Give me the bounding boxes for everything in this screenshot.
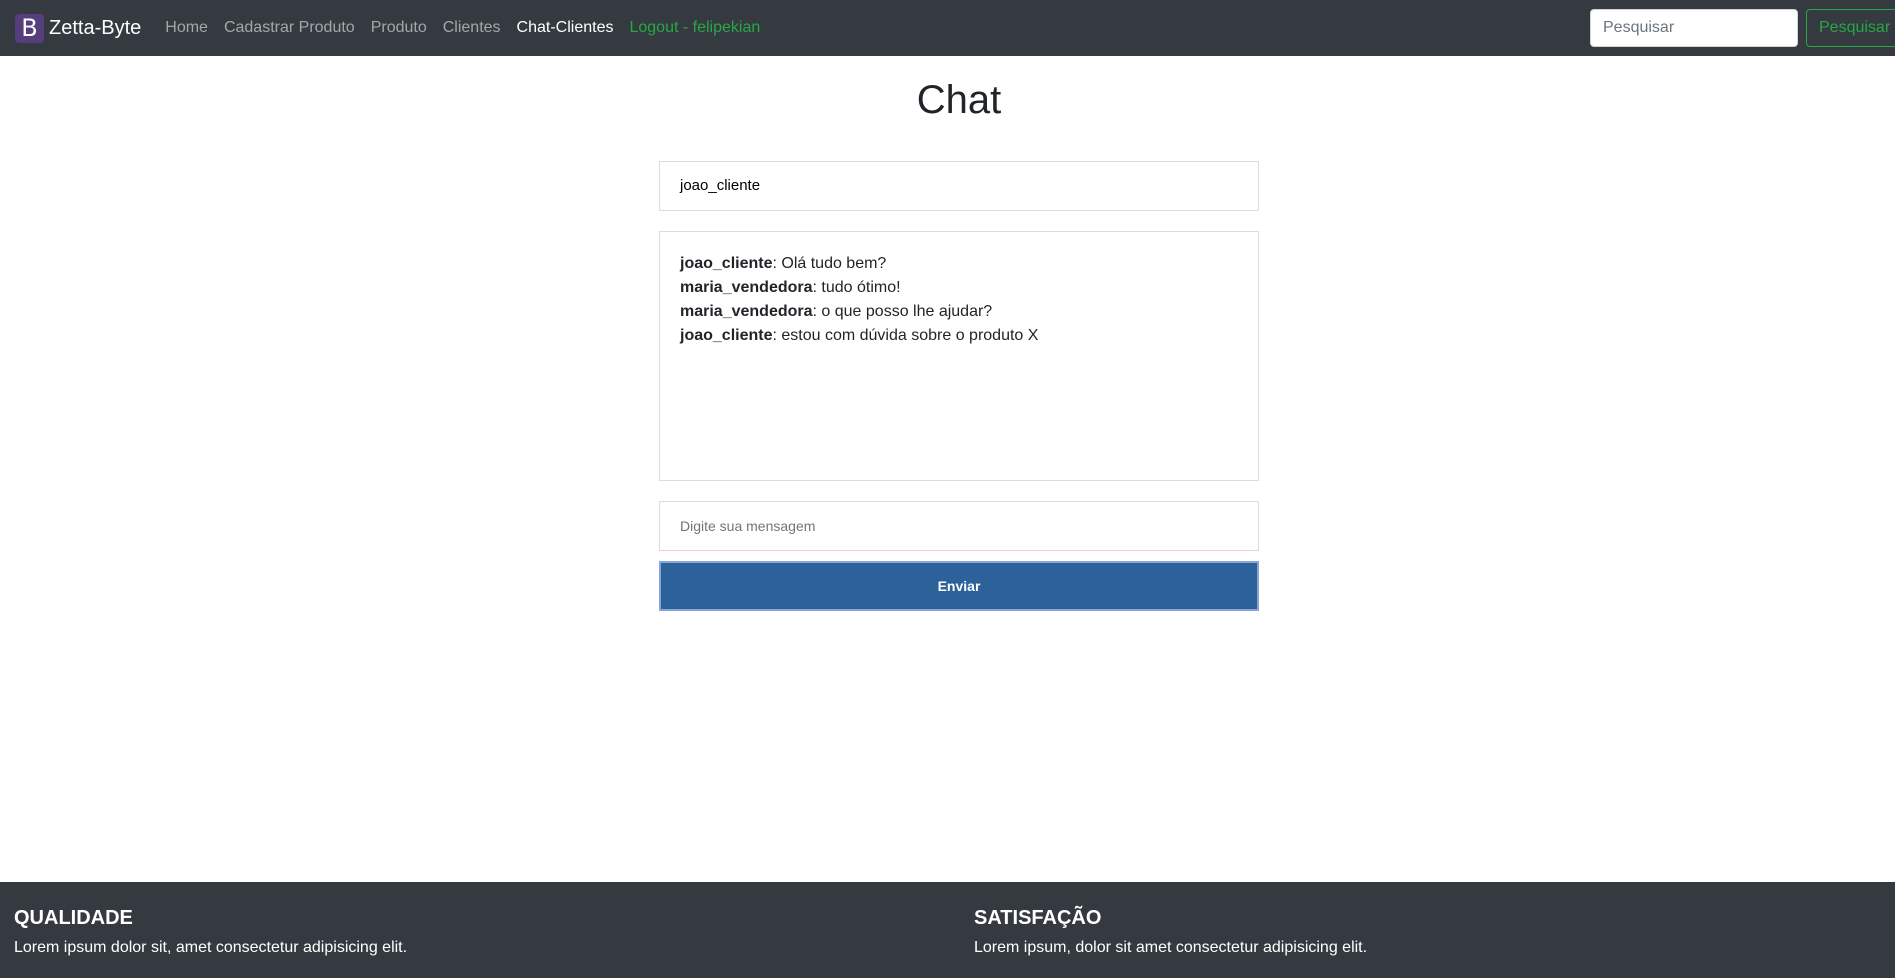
message-text: : tudo ótimo! [812, 279, 901, 296]
message-text: : o que posso lhe ajudar? [812, 303, 993, 320]
brand-name: Zetta-Byte [49, 16, 142, 39]
nav-link-logout[interactable]: Logout - felipekian [629, 19, 760, 37]
message-text: : estou com dúvida sobre o produto X [772, 327, 1039, 344]
nav-link-produto[interactable]: Produto [371, 19, 427, 37]
search-input[interactable] [1590, 9, 1798, 47]
navbar: B Zetta-Byte Home Cadastrar Produto Prod… [0, 0, 1895, 56]
page-title: Chat [916, 78, 1002, 122]
brand-link[interactable]: B Zetta-Byte [15, 13, 142, 43]
footer-heading: SATISFAÇÃO [974, 907, 1102, 929]
footer-heading: QUALIDADE [14, 907, 133, 929]
nav-link-chat-clientes[interactable]: Chat-Clientes [517, 19, 614, 37]
footer-column-qualidade: QUALIDADE Lorem ipsum dolor sit, amet co… [14, 906, 407, 958]
footer-text: Lorem ipsum dolor sit, amet consectetur … [14, 939, 408, 956]
messages-box[interactable]: joao_cliente: Olá tudo bem? maria_vended… [659, 231, 1259, 481]
nav-links: Home Cadastrar Produto Produto Clientes … [165, 19, 776, 37]
message-author: maria_vendedora [680, 303, 813, 320]
chat-message: joao_cliente: estou com dúvida sobre o p… [680, 324, 1238, 348]
nav-link-home[interactable]: Home [165, 19, 208, 37]
chat-message: maria_vendedora: tudo ótimo! [680, 276, 1238, 300]
message-author: joao_cliente [680, 255, 773, 272]
nav-link-cadastrar-produto[interactable]: Cadastrar Produto [224, 19, 355, 37]
message-author: maria_vendedora [680, 279, 813, 296]
message-author: joao_cliente [680, 327, 773, 344]
chat-message: joao_cliente: Olá tudo bem? [680, 252, 1238, 276]
footer: QUALIDADE Lorem ipsum dolor sit, amet co… [0, 882, 1895, 978]
footer-column-satisfacao: SATISFAÇÃO Lorem ipsum, dolor sit amet c… [974, 906, 1367, 958]
footer-text: Lorem ipsum, dolor sit amet consectetur … [974, 939, 1368, 956]
chat-message: maria_vendedora: o que posso lhe ajudar? [680, 300, 1238, 324]
nav-link-clientes[interactable]: Clientes [443, 19, 501, 37]
message-text: : Olá tudo bem? [772, 255, 887, 272]
search-button[interactable]: Pesquisar [1806, 9, 1895, 47]
send-button[interactable]: Enviar [659, 561, 1259, 611]
bootstrap-logo-icon: B [15, 13, 44, 43]
message-input[interactable] [659, 501, 1259, 551]
user-field[interactable]: joao_cliente [659, 161, 1259, 211]
